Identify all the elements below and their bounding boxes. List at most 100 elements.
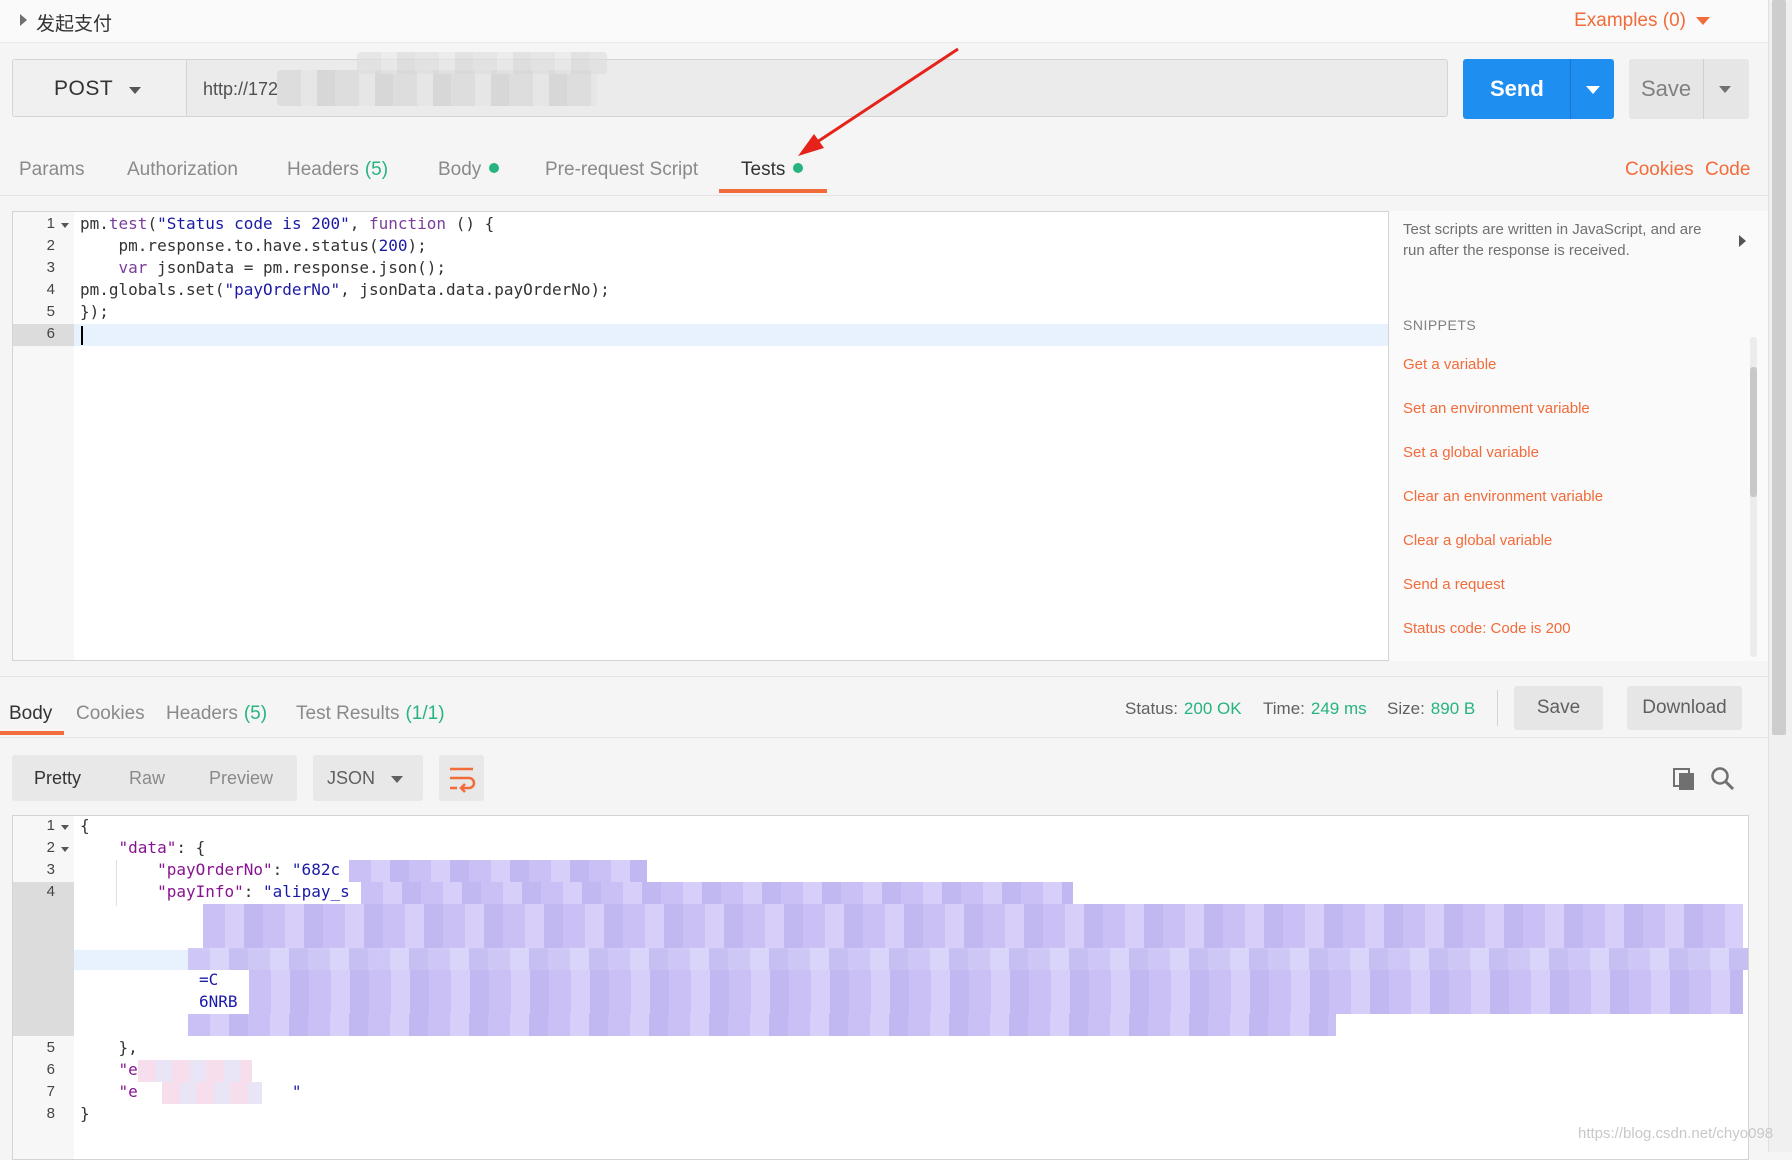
send-label: Send [1490,76,1544,101]
tab-tests[interactable]: Tests [741,159,804,181]
size-value: 890 B [1430,699,1476,718]
line-number: 2 [46,839,55,856]
response-body-viewer[interactable]: 1 2 3 4 5 6 7 8 { "data": { "payOrderNo"… [12,815,1749,1160]
fold-arrow-icon[interactable] [61,223,69,228]
save-response-button[interactable]: Save [1514,686,1603,730]
json-line-5: }, [80,1038,138,1057]
text-cursor [81,326,83,345]
format-pretty[interactable]: Pretty [34,768,81,789]
json-line-4-wrap-a: =C [199,970,219,989]
cookies-link[interactable]: Cookies [1625,159,1694,181]
redacted-url-extra [357,52,607,74]
copy-icon[interactable] [1671,766,1697,792]
code-line-5: }); [80,302,109,321]
code-line-1: pm.test("Status code is 200", function (… [80,214,495,233]
format-preview[interactable]: Preview [209,768,273,789]
active-tab-underline [719,189,827,193]
redacted-key-2 [162,1082,262,1104]
chevron-down-icon [1696,16,1710,25]
send-divider [1570,59,1571,119]
response-headers-count: (5) [243,703,268,724]
window-scrollbar-thumb[interactable] [1772,0,1786,735]
snippets-description: Test scripts are written in JavaScript, … [1403,221,1702,259]
response-bar: Body Cookies Headers (5) Test Results (1/1… [0,676,1768,738]
code-link[interactable]: Code [1705,159,1750,181]
body-active-dot-icon [489,162,500,173]
tab-params[interactable]: Params [19,159,84,181]
json-line-4: "payInfo": "alipay_s [157,882,350,901]
line-number: 7 [46,1083,55,1100]
redacted-pay-order-no [349,860,647,882]
json-line-6: "e [118,1060,138,1079]
language-select[interactable]: JSON [313,755,423,801]
json-line-1: { [80,816,90,835]
size-readout: Size: 890 B [1387,699,1476,718]
send-button[interactable]: Send [1463,59,1614,119]
collapse-panel-arrow-icon[interactable] [1739,235,1746,247]
request-name[interactable]: 发起支付 [36,9,112,36]
wrap-lines-icon [450,767,476,793]
snippet-get-variable[interactable]: Get a variable [1403,356,1496,373]
save-options-chevron-icon[interactable] [1719,86,1731,93]
time-value: 249 ms [1310,699,1367,718]
test-results-count: (1/1) [405,703,445,724]
tab-headers[interactable]: Headers (5) [287,159,388,181]
method-select[interactable]: POST [12,59,186,117]
line-number: 5 [46,303,55,320]
format-toggle-group: Pretty Raw Preview [12,755,297,801]
status-readout: Status: 200 OK [1125,699,1242,718]
response-tab-cookies[interactable]: Cookies [76,703,145,725]
tab-pre-request-script[interactable]: Pre-request Script [545,159,698,181]
snippets-scrollbar-thumb[interactable] [1750,367,1757,497]
response-active-tab-underline [0,731,64,735]
url-input[interactable]: http://172 [186,52,1448,117]
redacted-pay-info [361,882,1073,904]
snippet-status-code-200[interactable]: Status code: Code is 200 [1403,620,1571,637]
snippet-clear-env-variable[interactable]: Clear an environment variable [1403,488,1603,505]
redacted-pay-info-wrap-3 [249,970,1743,1014]
headers-count: (5) [364,159,389,180]
line-number: 3 [46,861,55,878]
response-tab-headers[interactable]: Headers (5) [166,703,267,725]
response-tab-body[interactable]: Body [9,703,52,725]
examples-label: Examples (0) [1574,10,1686,31]
download-button[interactable]: Download [1627,686,1742,730]
chevron-down-icon [391,776,403,783]
search-icon[interactable] [1710,766,1736,792]
snippet-clear-global-variable[interactable]: Clear a global variable [1403,532,1552,549]
line-number: 6 [46,325,55,342]
line-number: 4 [46,281,55,298]
tab-authorization[interactable]: Authorization [127,159,238,181]
save-label: Save [1641,76,1692,101]
request-title-row: 发起支付 Examples (0) [0,0,1768,43]
fold-arrow-icon[interactable] [61,825,69,830]
redacted-pay-info-wrap-4 [188,1014,1336,1036]
line-number: 2 [46,237,55,254]
snippet-set-env-variable[interactable]: Set an environment variable [1403,400,1590,417]
status-value: 200 OK [1183,699,1242,718]
snippet-send-request[interactable]: Send a request [1403,576,1505,593]
json-line-2: "data": { [118,838,206,857]
save-request-button[interactable]: Save [1629,59,1749,119]
editor-gutter [13,212,74,660]
response-tab-test-results[interactable]: Test Results (1/1) [296,703,445,725]
tests-code-editor[interactable]: 1 2 3 4 5 6 pm.test("Status code is 200"… [12,211,1389,661]
line-number: 5 [46,1039,55,1056]
json-line-3: "payOrderNo": "682c [157,860,341,879]
examples-dropdown[interactable]: Examples (0) [1574,10,1710,32]
method-label: POST [54,77,114,100]
code-line-4: pm.globals.set("payOrderNo", jsonData.da… [80,280,610,299]
code-line-3: var jsonData = pm.response.json(); [118,258,447,277]
line-number: 1 [46,817,55,834]
snippet-set-global-variable[interactable]: Set a global variable [1403,444,1539,461]
tab-body[interactable]: Body [438,159,500,181]
wrap-lines-button[interactable] [439,755,484,801]
format-raw[interactable]: Raw [129,768,165,789]
line-number: 6 [46,1061,55,1078]
line-number: 1 [46,215,55,232]
send-options-chevron-icon[interactable] [1586,86,1600,94]
line-number: 4 [46,883,55,900]
collapse-triangle-icon[interactable] [20,14,27,26]
request-tabs: Params Authorization Headers (5) Body Pre… [0,133,1768,196]
fold-arrow-icon[interactable] [61,847,69,852]
